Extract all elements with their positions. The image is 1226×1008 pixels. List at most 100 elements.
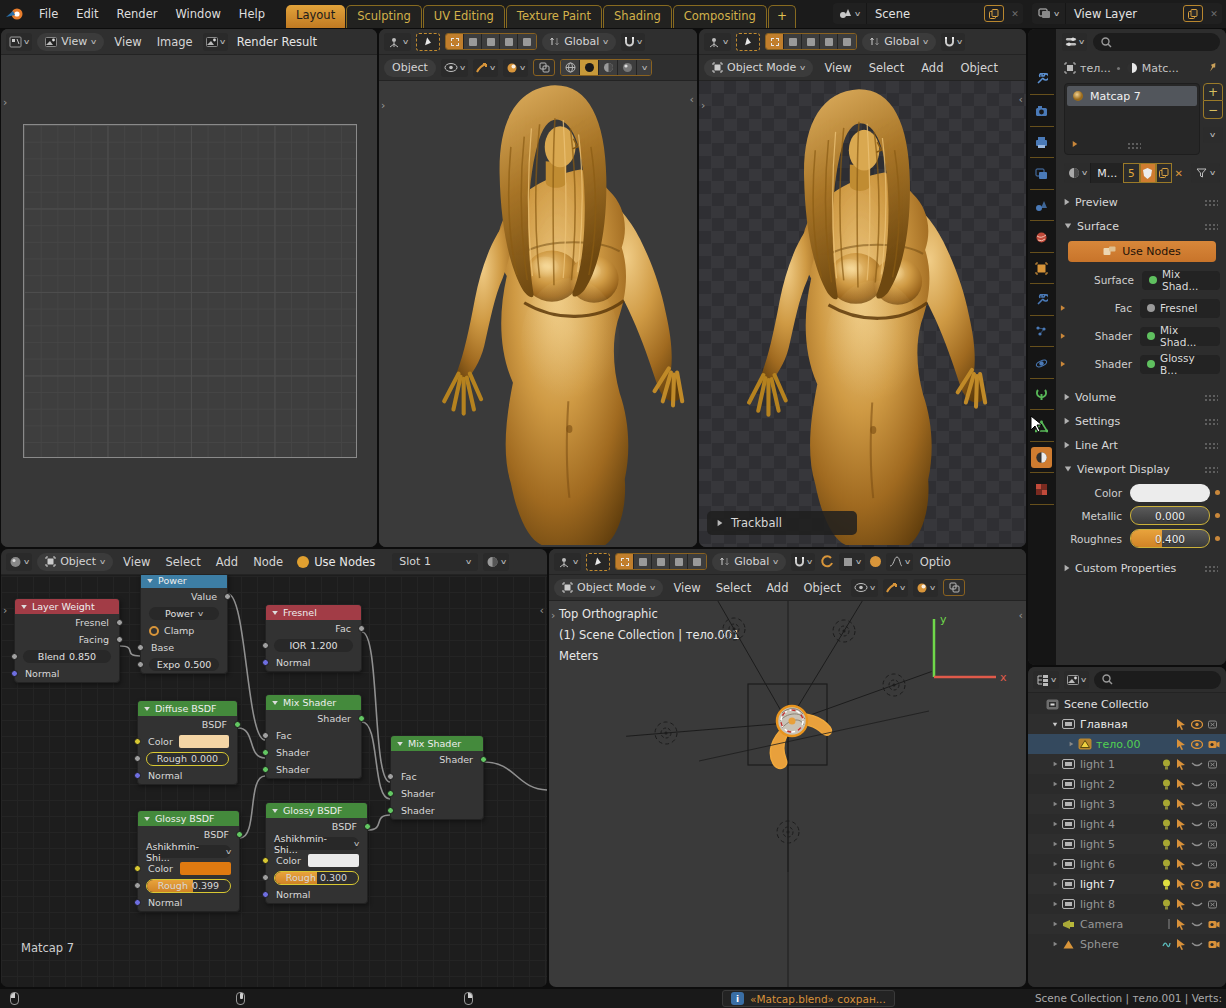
tab-texture-paint[interactable]: Texture Paint bbox=[506, 5, 602, 28]
socket-out[interactable] bbox=[364, 823, 371, 830]
outliner-row[interactable]: Главная bbox=[1028, 714, 1226, 734]
shader-object-dropdown[interactable]: Object∨ bbox=[37, 553, 113, 571]
node-header[interactable]: Glossy BSDF bbox=[266, 803, 367, 818]
slot-expand-icon[interactable] bbox=[1073, 141, 1078, 147]
socket-in[interactable] bbox=[262, 659, 269, 666]
use-nodes-checkbox[interactable] bbox=[297, 556, 309, 568]
slot-dropdown[interactable]: Slot 1∨ bbox=[392, 553, 478, 571]
node-power[interactable]: PowerValuePower∨ClampBaseExpo0.500 bbox=[140, 572, 228, 674]
socket-in[interactable] bbox=[387, 807, 394, 814]
state-pointer[interactable] bbox=[1176, 939, 1186, 950]
shading-material-icon[interactable] bbox=[599, 60, 618, 75]
row-name[interactable]: light 7 bbox=[1077, 878, 1115, 891]
socket-in[interactable] bbox=[134, 865, 141, 872]
row-caret[interactable] bbox=[1066, 741, 1076, 747]
view-layer-selector-value[interactable]: View Layer bbox=[1066, 7, 1183, 21]
options-label[interactable]: Optio bbox=[920, 555, 951, 569]
menu-help[interactable]: Help bbox=[230, 7, 274, 21]
node-menu-add[interactable]: Add bbox=[211, 555, 243, 569]
row-name[interactable]: Scene Collectio bbox=[1061, 698, 1148, 711]
state-camoff[interactable] bbox=[1208, 860, 1220, 869]
state-camoff[interactable] bbox=[1208, 780, 1220, 789]
cursor-tool-button[interactable] bbox=[416, 33, 440, 51]
node-glossy-bsdf[interactable]: Glossy BSDFBSDFAshikhmin-Shi...∨ColorRou… bbox=[137, 810, 240, 912]
state-pointer[interactable] bbox=[1176, 759, 1186, 770]
row-caret[interactable] bbox=[1050, 901, 1060, 907]
ortho-menu-add[interactable]: Add bbox=[761, 581, 793, 595]
outliner-row[interactable]: light 3 bbox=[1028, 794, 1226, 814]
state-camoff[interactable] bbox=[1208, 800, 1220, 809]
orientation-dropdown[interactable]: Global∨ bbox=[712, 553, 786, 571]
rough-slider[interactable]: Rough0.399 bbox=[146, 879, 231, 893]
outliner-row[interactable]: light 5 bbox=[1028, 834, 1226, 854]
enum-dropdown[interactable]: Power∨ bbox=[149, 607, 219, 620]
node-header[interactable]: Layer Weight bbox=[15, 599, 119, 614]
row-name[interactable]: Sphere bbox=[1077, 938, 1119, 951]
pin-icon[interactable] bbox=[1207, 61, 1218, 76]
state-bulb[interactable] bbox=[1162, 839, 1171, 850]
row-name[interactable]: light 5 bbox=[1077, 838, 1115, 851]
outliner-type-dropdown[interactable]: ∨ bbox=[1033, 671, 1059, 689]
socket-out[interactable] bbox=[358, 625, 365, 632]
overlays-toggle-dropdown[interactable]: ∨ bbox=[913, 579, 938, 597]
select-mode-2[interactable] bbox=[652, 554, 670, 569]
orientation-dropdown[interactable]: Global∨ bbox=[542, 33, 616, 51]
color-swatch[interactable] bbox=[180, 862, 232, 875]
shader-value-dropdown[interactable]: Mix Shad... bbox=[1142, 271, 1220, 290]
outliner-row[interactable]: Scene Collectio bbox=[1028, 694, 1226, 714]
state-bulb[interactable] bbox=[1162, 759, 1171, 770]
socket-in[interactable] bbox=[262, 732, 269, 739]
tab-texture[interactable] bbox=[1031, 479, 1052, 500]
image-menu-image[interactable]: Image bbox=[152, 35, 198, 49]
socket-out[interactable] bbox=[234, 721, 241, 728]
unlink-button[interactable]: ✕ bbox=[1172, 163, 1185, 183]
state-bulb[interactable] bbox=[1162, 819, 1171, 830]
state-camoff[interactable] bbox=[1208, 840, 1220, 849]
state-camoff[interactable] bbox=[1208, 900, 1220, 909]
image-editor-body[interactable]: › bbox=[1, 56, 377, 547]
row-caret[interactable] bbox=[1050, 921, 1060, 927]
remove-slot-button[interactable]: − bbox=[1203, 101, 1223, 119]
row-name[interactable]: тело.00 bbox=[1093, 738, 1140, 751]
gizmo-dropdown[interactable]: ∨ bbox=[704, 33, 731, 51]
socket-in[interactable] bbox=[134, 899, 141, 906]
value-field[interactable]: IOR1.200 bbox=[274, 639, 353, 652]
select-mode-3[interactable] bbox=[820, 34, 838, 49]
collapse-icon[interactable] bbox=[397, 741, 403, 745]
select-mode-1[interactable] bbox=[464, 34, 482, 49]
falloff-dropdown[interactable]: ∨ bbox=[839, 553, 864, 571]
copy-icon[interactable] bbox=[1183, 5, 1203, 22]
tab-uv-editing[interactable]: UV Editing bbox=[423, 5, 505, 28]
ortho-menu-view[interactable]: View bbox=[668, 581, 705, 595]
node-link[interactable] bbox=[368, 815, 390, 830]
socket-in[interactable] bbox=[262, 766, 269, 773]
value-field[interactable]: Expo0.500 bbox=[149, 658, 219, 671]
outliner-row[interactable]: light 4 bbox=[1028, 814, 1226, 834]
select-mode-group[interactable] bbox=[765, 33, 857, 50]
state-bulb[interactable] bbox=[1162, 899, 1171, 910]
node-menu-node[interactable]: Node bbox=[248, 555, 288, 569]
state-eyeoff[interactable] bbox=[1191, 860, 1203, 869]
node-menu-view[interactable]: View bbox=[118, 555, 155, 569]
ortho-menu-object[interactable]: Object bbox=[798, 581, 845, 595]
overlays-toggle-dropdown[interactable]: ∨ bbox=[503, 59, 528, 77]
tab-sculpting[interactable]: Sculpting bbox=[346, 5, 422, 28]
rough-slider[interactable]: Rough0.300 bbox=[274, 871, 359, 885]
viewport-menu-select[interactable]: Select bbox=[863, 61, 910, 75]
select-mode-1[interactable] bbox=[634, 554, 652, 569]
outliner-row[interactable]: Sphere bbox=[1028, 934, 1226, 954]
fake-user-toggle[interactable] bbox=[1140, 163, 1156, 183]
socket-out[interactable] bbox=[116, 619, 123, 626]
socket-in[interactable] bbox=[134, 738, 141, 745]
state-bar[interactable] bbox=[1167, 919, 1171, 929]
value-slider[interactable]: 0.400 bbox=[1130, 529, 1210, 548]
state-camon[interactable] bbox=[1208, 920, 1220, 929]
collapse-icon[interactable] bbox=[147, 578, 153, 582]
collapse-icon[interactable] bbox=[144, 706, 150, 710]
state-pointer[interactable] bbox=[1176, 739, 1186, 750]
add-slot-button[interactable]: + bbox=[1203, 83, 1223, 101]
slot-row[interactable]: Matcap 7 bbox=[1067, 86, 1197, 106]
socket-in[interactable] bbox=[262, 874, 269, 881]
node-header[interactable]: Fresnel bbox=[266, 605, 361, 620]
shading-rendered-icon[interactable] bbox=[618, 60, 637, 75]
